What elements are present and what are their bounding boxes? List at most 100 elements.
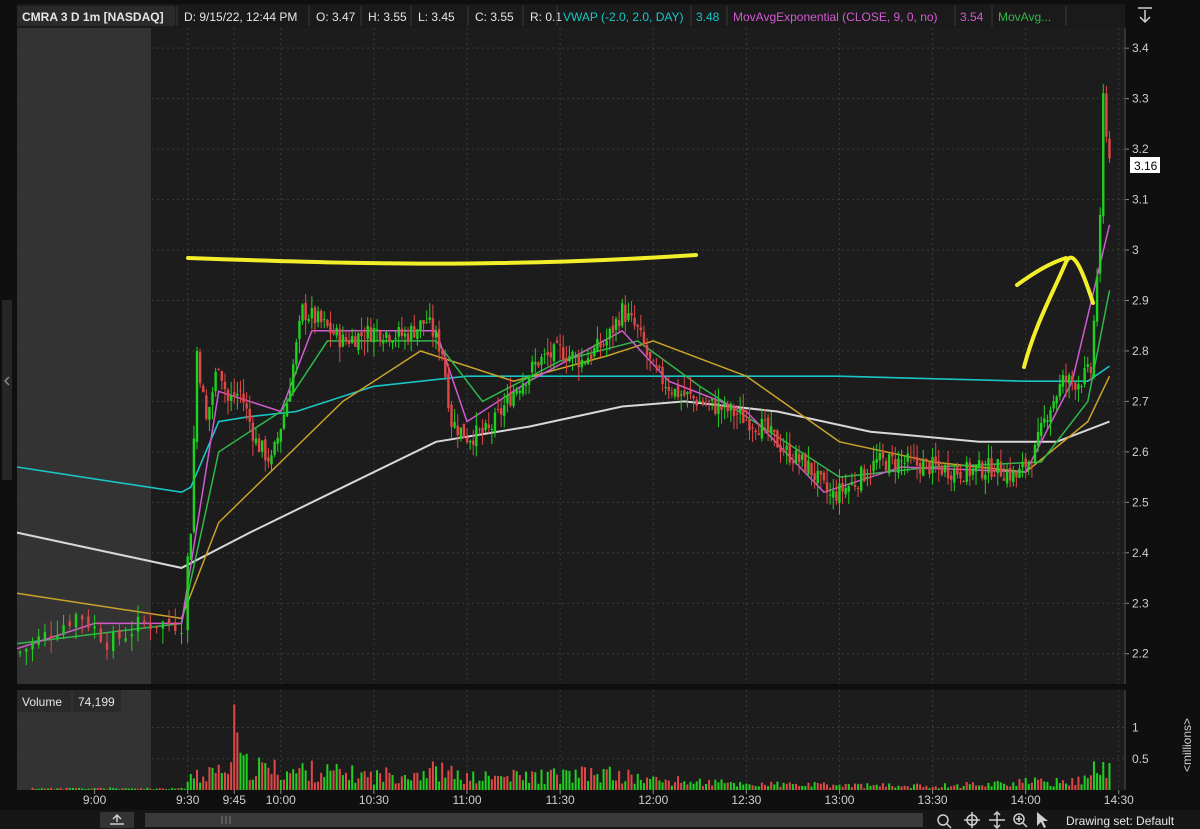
- candle-body: [450, 404, 453, 427]
- volume-bar: [835, 785, 838, 790]
- candle-body: [375, 329, 379, 331]
- drawing-set-label[interactable]: Drawing set: Default: [1066, 814, 1175, 828]
- candle-body: [642, 332, 646, 345]
- volume-bar: [230, 762, 233, 790]
- candle-body: [143, 620, 146, 623]
- volume-bar: [248, 780, 251, 790]
- volume-bar: [127, 788, 130, 790]
- volume-bar: [1074, 785, 1077, 790]
- candle-body: [459, 427, 463, 439]
- candle-body: [1046, 420, 1049, 422]
- left-scroll-grip-icon[interactable]: [2, 300, 12, 480]
- ema-study-label[interactable]: MovAvgExponential (CLOSE, 9, 0, no): [733, 10, 938, 24]
- candle-body: [732, 407, 736, 417]
- candle-body: [1108, 138, 1111, 159]
- candle-body: [273, 441, 276, 455]
- candle-body: [1080, 385, 1083, 387]
- candle-body: [617, 320, 621, 327]
- candle-body: [959, 471, 962, 479]
- volume-bar: [1108, 763, 1111, 790]
- candle-body: [472, 440, 475, 445]
- candle-body: [369, 327, 373, 342]
- volume-bar: [109, 787, 112, 790]
- candle-body: [403, 333, 407, 337]
- volume-bar: [118, 789, 121, 790]
- candle-body: [804, 453, 807, 472]
- volume-bar: [65, 787, 68, 790]
- candle-body: [745, 419, 748, 421]
- volume-bar: [732, 782, 735, 790]
- candle-body: [344, 337, 348, 341]
- price-panel[interactable]: [17, 28, 1125, 684]
- volume-bar: [214, 773, 217, 790]
- volume-bar: [636, 773, 639, 790]
- volume-bar: [947, 787, 950, 790]
- candle-body: [87, 616, 90, 628]
- candle-body: [431, 318, 435, 337]
- scroll-to-start-icon[interactable]: [100, 812, 134, 828]
- time-tick-label: 11:30: [546, 793, 575, 807]
- candle-body: [915, 456, 919, 466]
- candle-body: [627, 313, 630, 321]
- volume-panel[interactable]: [17, 690, 1125, 790]
- candle-body: [347, 340, 351, 345]
- horizontal-scrollbar[interactable]: [145, 813, 923, 827]
- candle-body: [928, 462, 931, 475]
- volume-bar: [410, 780, 413, 790]
- volume-bar: [515, 771, 518, 790]
- volume-bar: [37, 788, 40, 790]
- candle-body: [31, 641, 34, 650]
- candle-body: [633, 317, 636, 326]
- candle-body: [813, 473, 816, 481]
- movavg-study-label[interactable]: MovAvg...: [998, 10, 1051, 24]
- volume-bar: [472, 771, 475, 790]
- volume-bar: [205, 781, 208, 790]
- candle-body: [1095, 276, 1099, 322]
- candle-body: [167, 618, 171, 625]
- candle-body: [217, 368, 220, 370]
- candle-body: [751, 427, 754, 429]
- volume-bar: [422, 771, 425, 790]
- candle-body: [1005, 471, 1009, 484]
- volume-bar: [1080, 784, 1083, 790]
- candle-body: [214, 371, 217, 392]
- volume-bar: [829, 787, 832, 790]
- candle-body: [388, 334, 391, 342]
- time-tick-label: 11:00: [452, 793, 481, 807]
- volume-bar: [40, 788, 43, 790]
- candle-body: [440, 350, 444, 355]
- candle-body: [434, 331, 438, 338]
- volume-bar: [59, 787, 62, 790]
- volume-bar: [341, 775, 344, 790]
- candle-body: [1086, 363, 1089, 367]
- volume-bar: [171, 788, 174, 790]
- candle-body: [614, 319, 618, 331]
- candle-body: [999, 461, 1003, 477]
- candle-body: [707, 400, 711, 402]
- volume-bar: [441, 762, 444, 790]
- candle-body: [571, 352, 574, 359]
- time-tick-label: 13:30: [918, 793, 948, 807]
- vwap-study-label[interactable]: VWAP (-2.0, 2.0, DAY): [563, 10, 683, 24]
- candle-body: [506, 394, 509, 404]
- open-label: O: 3.47: [316, 10, 356, 24]
- candle-body: [304, 302, 307, 320]
- symbol-label[interactable]: CMRA 3 D 1m [NASDAQ]: [22, 10, 164, 24]
- volume-bar: [580, 766, 583, 790]
- candle-body: [918, 463, 922, 474]
- volume-bar: [47, 788, 50, 790]
- volume-bar: [357, 778, 360, 790]
- candle-body: [447, 373, 450, 409]
- candle-body: [487, 424, 490, 429]
- price-tick-label: 2.4: [1132, 546, 1149, 560]
- candle-body: [574, 354, 577, 356]
- volume-bar: [857, 784, 860, 790]
- volume-bar: [863, 788, 866, 790]
- volume-bar: [372, 784, 375, 790]
- candle-body: [720, 405, 723, 410]
- candle-body: [326, 320, 329, 327]
- volume-bar: [382, 781, 385, 790]
- volume-bar: [692, 783, 695, 790]
- candle-body: [1012, 471, 1015, 482]
- candle-body: [558, 344, 562, 346]
